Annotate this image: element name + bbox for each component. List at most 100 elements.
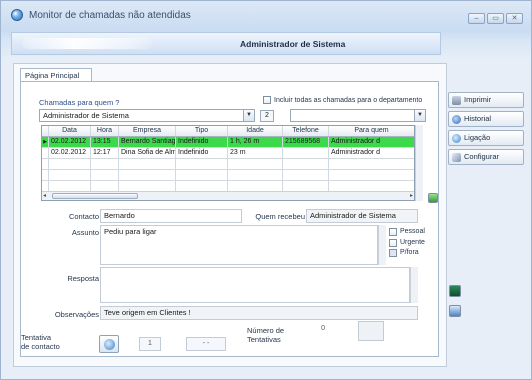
outside-label: P/fora	[400, 249, 419, 256]
maximize-button[interactable]: ▭	[487, 13, 504, 24]
column-header[interactable]: Empresa	[119, 126, 176, 136]
calls-for-link[interactable]: Chamadas para quem ?	[39, 98, 119, 107]
column-header[interactable]: Telefone	[283, 126, 329, 136]
chevron-down-icon[interactable]: ▼	[243, 110, 254, 121]
notes-field: Teve origem em Clientes !	[100, 306, 418, 320]
column-header[interactable]: Tipo	[176, 126, 228, 136]
minimize-button[interactable]: –	[468, 13, 485, 24]
table-cell	[283, 159, 329, 169]
table-cell	[49, 159, 91, 169]
response-label: Resposta	[67, 274, 99, 283]
table-cell: Administrador d	[331, 138, 381, 145]
table-cell	[228, 170, 283, 180]
urgent-checkbox[interactable]	[389, 238, 397, 247]
received-by-label: Quem recebeu	[255, 212, 305, 221]
table-header: Data Hora Empresa Tipo Idade Telefone Pa…	[42, 126, 414, 137]
table-cell: 12:17	[91, 148, 119, 158]
app-logo-icon	[11, 9, 23, 21]
table-vertical-scrollbar[interactable]	[415, 125, 423, 201]
table-cell: Indefinido	[176, 137, 228, 147]
title-bar: Monitor de chamadas não atendidas – ▭ ✕	[1, 1, 531, 29]
table-horizontal-scrollbar[interactable]: ◂ ▸	[42, 191, 414, 200]
table-cell: Dina Sofia de Alme	[121, 148, 176, 158]
history-icon	[452, 114, 461, 124]
table-cell: Administrador d	[331, 149, 381, 156]
subject-field[interactable]: Pediu para ligar	[100, 225, 378, 265]
table-cell: 1 h, 26 m	[228, 137, 283, 147]
row-indicator-header	[42, 126, 49, 136]
table-cell	[91, 181, 119, 191]
table-cell: 215689568	[283, 137, 329, 147]
history-button[interactable]: Historial	[448, 111, 524, 127]
attempts-count-value: 0	[293, 323, 343, 337]
outside-checkbox[interactable]	[389, 249, 397, 258]
personal-checkbox[interactable]	[389, 228, 397, 237]
contact-label: Contacto	[68, 212, 99, 221]
include-department-option[interactable]: Incluir todas as chamadas para o departa…	[263, 96, 422, 104]
printer-icon	[452, 95, 461, 105]
history-label: Historial	[464, 114, 492, 123]
confirm-check-icon[interactable]	[428, 193, 438, 203]
call-label: Ligação	[464, 133, 491, 142]
response-field[interactable]	[100, 267, 410, 303]
table-row	[42, 159, 414, 170]
table-cell: Bernardo Santiago	[121, 137, 176, 147]
contact-field[interactable]: Bernardo	[100, 209, 242, 223]
attempts-count-label-line2: Tentativas	[247, 335, 281, 344]
table-cell: 02.02.2012	[49, 137, 91, 147]
column-header[interactable]: Para quem	[329, 126, 414, 136]
column-header[interactable]: Hora	[91, 126, 119, 136]
close-button[interactable]: ✕	[506, 13, 523, 24]
table-cell	[329, 159, 414, 169]
chevron-down-icon[interactable]: ▼	[414, 110, 425, 121]
column-header[interactable]: Idade	[228, 126, 283, 136]
save-icon[interactable]	[449, 305, 461, 317]
notes-label: Observações	[54, 310, 99, 319]
print-button[interactable]: Imprimir	[448, 92, 524, 108]
scrollbar-thumb[interactable]	[52, 193, 138, 199]
table-cell	[119, 181, 176, 191]
row-indicator	[42, 148, 49, 158]
scroll-left-icon[interactable]: ◂	[43, 192, 46, 199]
table-cell	[49, 181, 91, 191]
urgent-label: Urgente	[400, 238, 425, 246]
table-row[interactable]: ▶ 02.02.2012 13:15 Bernardo Santiago Ind…	[42, 137, 414, 148]
table-cell	[176, 159, 228, 169]
response-scrollbar[interactable]	[410, 267, 418, 303]
configure-button[interactable]: Configurar	[448, 149, 524, 165]
row-pointer-icon: ▶	[42, 137, 49, 147]
table-cell	[283, 181, 329, 191]
table-row[interactable]: 02.02.2012 12:17 Dina Sofia de Alme Inde…	[42, 148, 414, 159]
exit-icon[interactable]	[449, 285, 461, 297]
department-select[interactable]: ▼	[290, 109, 426, 122]
flag-outside[interactable]: P/fora	[389, 248, 425, 259]
flag-personal[interactable]: Pessoal	[389, 227, 425, 238]
row-indicator	[42, 170, 49, 180]
call-button[interactable]: Ligação	[448, 130, 524, 146]
column-header[interactable]: Data	[49, 126, 91, 136]
flag-urgent[interactable]: Urgente	[389, 238, 425, 249]
table-cell	[119, 170, 176, 180]
include-department-checkbox[interactable]	[263, 96, 271, 104]
table-cell	[283, 170, 329, 180]
header-banner: Administrador de Sistema	[11, 32, 441, 55]
recipient-select[interactable]: Administrador de Sistema ▼	[39, 109, 255, 122]
attempt-extra-box: - -	[186, 337, 226, 351]
attempt-label-line1: Tentativa	[21, 333, 52, 342]
table-cell	[91, 170, 119, 180]
table-cell	[228, 159, 283, 169]
phone-icon	[104, 339, 115, 350]
print-label: Imprimir	[464, 95, 492, 104]
call-flags: Pessoal Urgente P/fora	[389, 227, 425, 259]
calls-table: Data Hora Empresa Tipo Idade Telefone Pa…	[41, 125, 415, 201]
personal-label: Pessoal	[400, 228, 425, 235]
tab-main-page[interactable]: Página Principal	[20, 68, 92, 82]
contact-attempt-button[interactable]	[99, 335, 119, 353]
configure-label: Configurar	[464, 152, 500, 161]
phone-icon	[452, 133, 461, 143]
scroll-right-icon[interactable]: ▸	[410, 192, 413, 199]
table-cell	[283, 148, 329, 158]
received-by-field: Administrador de Sistema	[306, 209, 418, 223]
subject-scrollbar[interactable]	[378, 225, 386, 265]
table-cell: 02.02.2012	[49, 148, 91, 158]
